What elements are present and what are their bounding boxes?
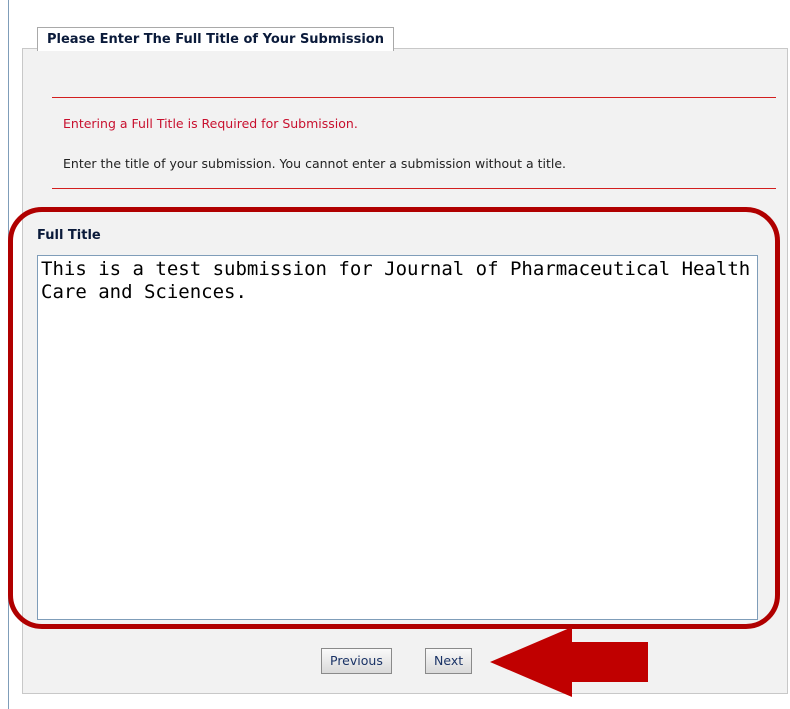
- full-title-label: Full Title: [37, 228, 101, 243]
- divider-top: [52, 97, 776, 98]
- pointer-arrow-icon: [490, 627, 648, 697]
- previous-button[interactable]: Previous: [321, 648, 392, 674]
- tab-full-title[interactable]: Please Enter The Full Title of Your Subm…: [37, 27, 394, 51]
- full-title-textarea[interactable]: This is a test submission for Journal of…: [37, 255, 758, 620]
- page-left-border: [8, 0, 9, 709]
- next-button[interactable]: Next: [425, 648, 473, 674]
- divider-bottom: [52, 188, 776, 189]
- required-message: Entering a Full Title is Required for Su…: [63, 116, 358, 131]
- help-message: Enter the title of your submission. You …: [63, 156, 566, 171]
